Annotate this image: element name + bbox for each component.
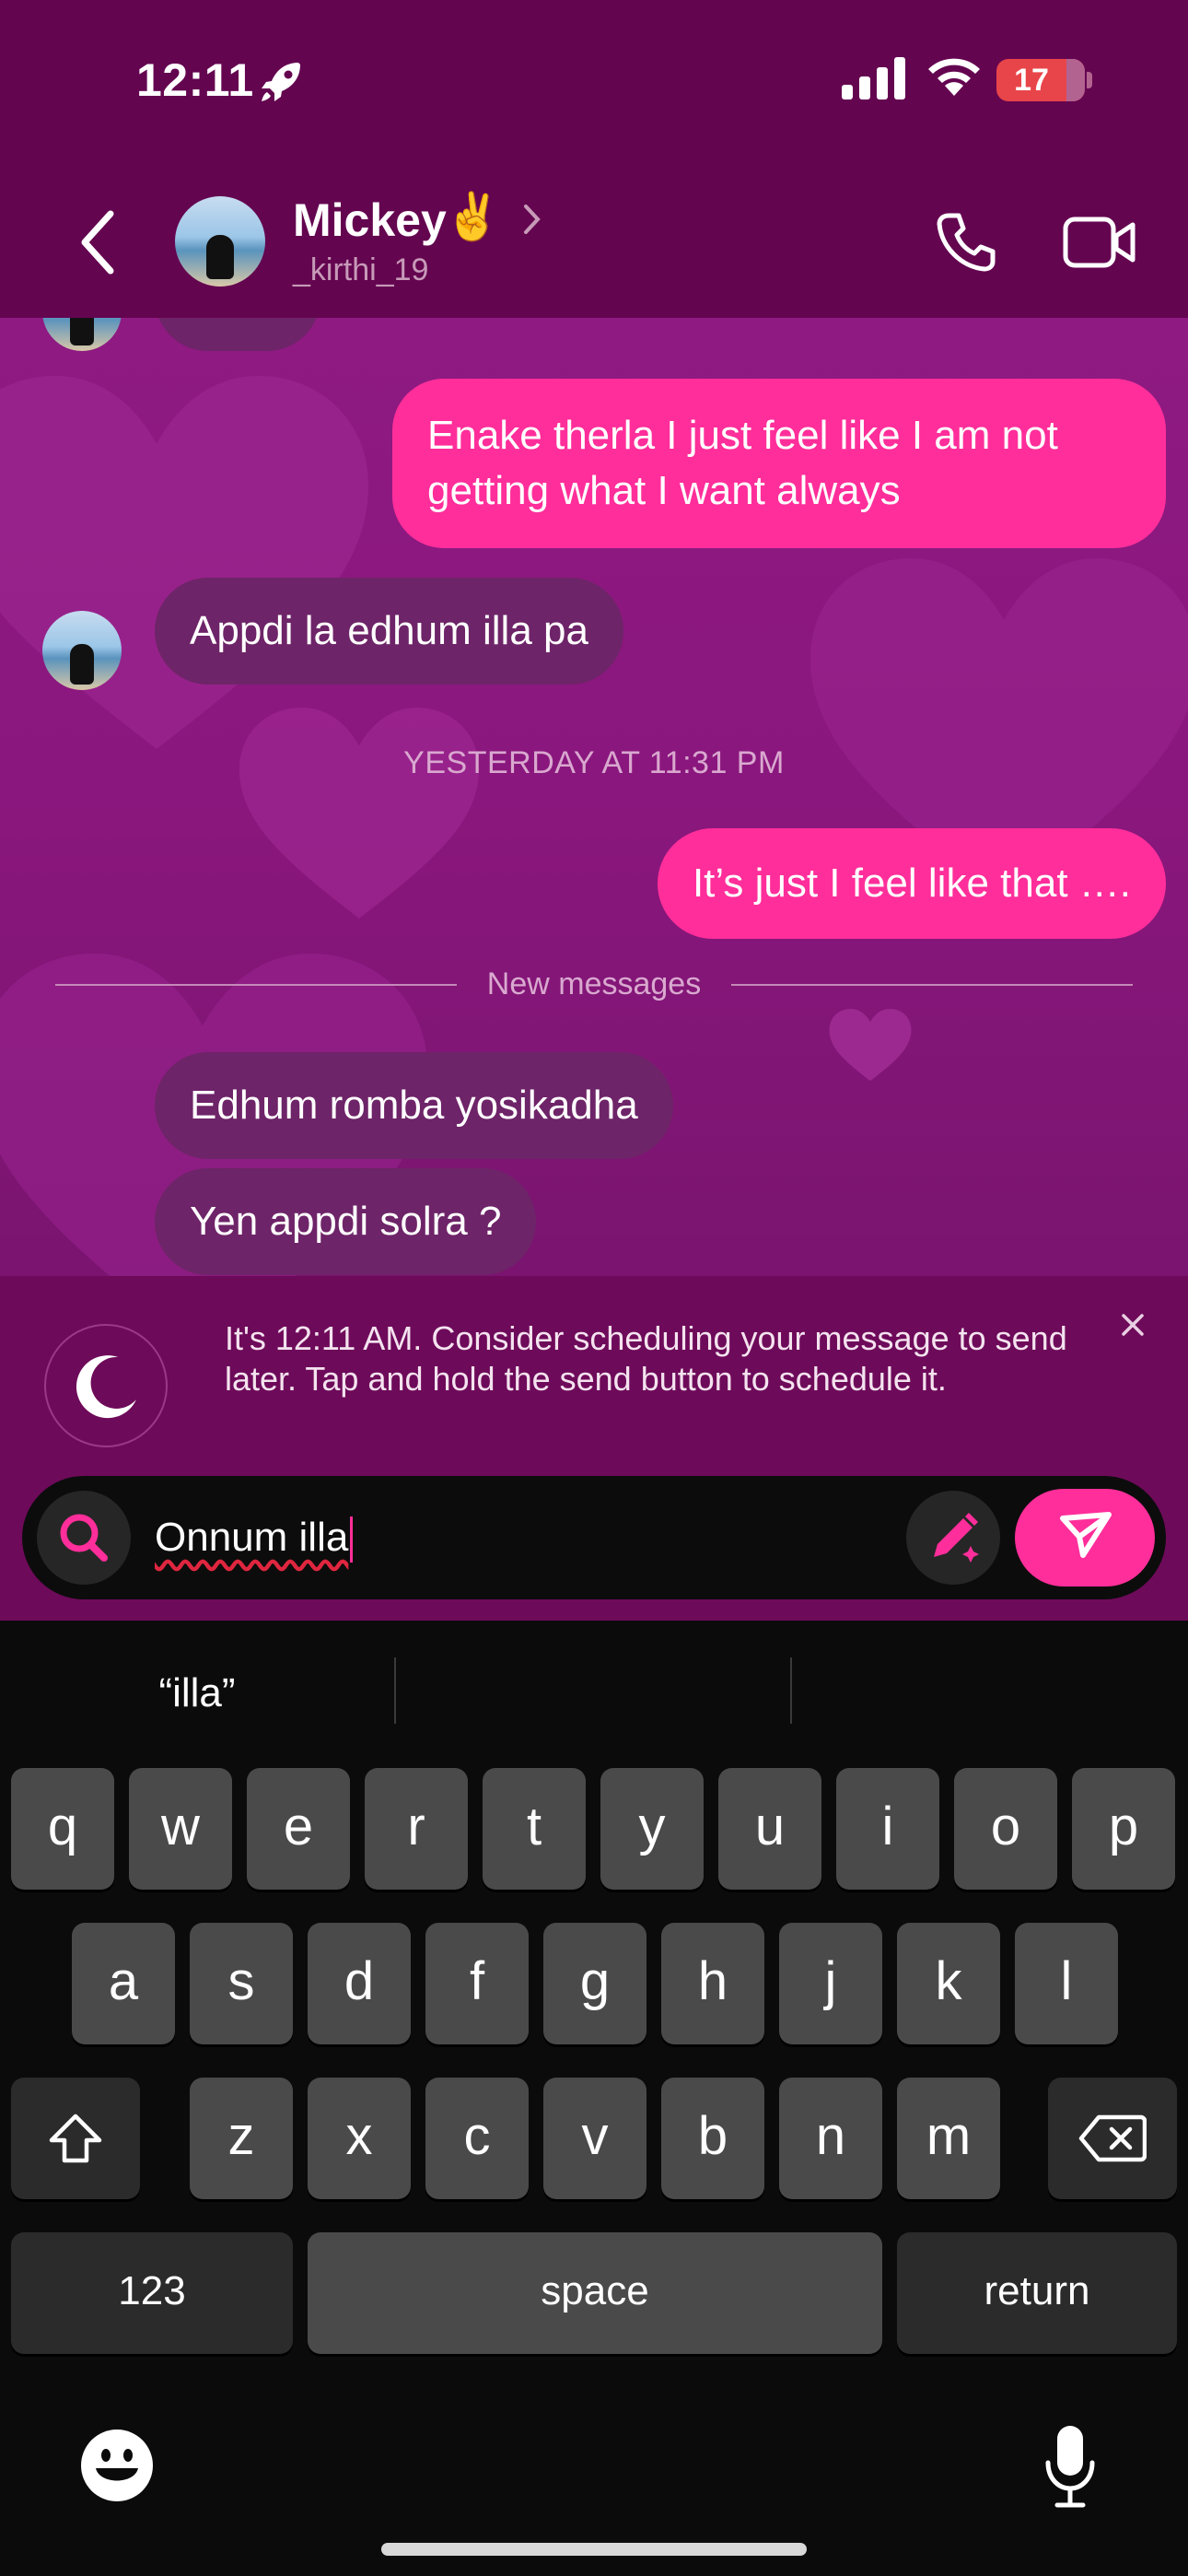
key-c[interactable]: c [425,2078,529,2199]
contact-emoji: ✌️ [444,191,502,242]
heart-decoration-icon [829,1009,912,1082]
key-b[interactable]: b [661,2078,764,2199]
heart-decoration-icon [0,376,368,749]
key-o[interactable]: o [954,1768,1057,1890]
close-icon[interactable] [1116,1308,1149,1341]
key-l[interactable]: l [1015,1923,1118,2044]
message-bubble-incoming[interactable]: Yen appdi solra ? [155,1168,537,1275]
key-j[interactable]: j [779,1923,882,2044]
message-timestamp: YESTERDAY AT 11:31 PM [403,745,785,780]
suggestion-1[interactable]: “illa” [0,1621,394,1766]
keyboard: “illa” q w e r t y u i o p a s d f g h j… [0,1621,1188,2576]
search-icon [60,1514,108,1562]
key-z[interactable]: z [190,2078,293,2199]
moon-icon [76,1355,136,1419]
send-icon [1060,1512,1112,1558]
battery-nub [1087,72,1092,88]
message-input-value: Onnum illa [155,1515,349,1560]
message-composer: Onnum illa [22,1476,1166,1599]
key-s[interactable]: s [190,1923,293,2044]
battery-icon: 17 [996,59,1085,101]
chevron-right-icon[interactable] [521,201,543,238]
key-f[interactable]: f [425,1923,529,2044]
contact-name[interactable]: Mickey [293,193,447,247]
message-bubble-incoming[interactable]: Edhum romba yosikadha [155,1052,673,1159]
back-chevron-icon[interactable] [70,206,125,278]
key-u[interactable]: u [718,1768,821,1890]
key-h[interactable]: h [661,1923,764,2044]
key-k[interactable]: k [897,1923,1000,2044]
message-bubble-outgoing[interactable]: It’s just I feel like that …. [657,828,1166,939]
key-w[interactable]: w [129,1768,232,1890]
key-e[interactable]: e [247,1768,350,1890]
message-bubble-outgoing[interactable]: Enake therla I just feel like I am not g… [392,379,1166,548]
status-time: 12:11 [136,54,254,106]
schedule-tip-banner: It's 12:11 AM. Consider scheduling your … [0,1276,1188,1455]
key-n[interactable]: n [779,2078,882,2199]
moon-badge [44,1324,168,1447]
chat-header: 12:11 17 Mickey ✌️ _kirthi_19 [0,0,1188,318]
message-input[interactable]: Onnum illa [155,1509,354,1566]
message-thread[interactable]: Enake therla I just feel like I am not g… [0,318,1188,1276]
key-a[interactable]: a [72,1923,175,2044]
backspace-icon [1078,2114,1147,2162]
message-bubble-incoming[interactable]: Appdi la edhum illa pa [155,578,623,685]
text-caret [350,1516,354,1563]
return-key[interactable]: return [897,2232,1177,2354]
cellular-signal-icon [842,57,905,100]
backspace-key[interactable] [1048,2078,1177,2199]
rocket-icon [262,63,300,101]
sender-avatar[interactable] [42,318,122,351]
key-y[interactable]: y [600,1768,704,1890]
suggestion-3[interactable] [792,1621,1188,1766]
key-r[interactable]: r [365,1768,468,1890]
battery-level: 17 [1014,63,1049,98]
key-t[interactable]: t [483,1768,586,1890]
numbers-key[interactable]: 123 [11,2232,293,2354]
key-d[interactable]: d [308,1923,411,2044]
wifi-icon [928,58,980,96]
message-bubble-partial[interactable] [155,318,320,351]
video-camera-icon[interactable] [1063,214,1136,271]
key-i[interactable]: i [836,1768,939,1890]
suggestion-2[interactable] [396,1621,790,1766]
key-x[interactable]: x [308,2078,411,2199]
shift-icon [49,2113,102,2163]
emoji-icon[interactable] [79,2428,155,2503]
key-v[interactable]: v [543,2078,646,2199]
phone-icon[interactable] [934,210,998,275]
pencil-sparkle-icon [934,1513,979,1563]
send-button[interactable] [1015,1489,1155,1587]
key-q[interactable]: q [11,1768,114,1890]
schedule-tip-text: It's 12:11 AM. Consider scheduling your … [225,1319,1067,1398]
sender-avatar[interactable] [42,611,122,690]
contact-avatar[interactable] [175,196,265,287]
shift-key[interactable] [11,2078,140,2199]
key-m[interactable]: m [897,2078,1000,2199]
divider-line [731,984,1133,986]
search-button[interactable] [37,1491,131,1585]
heart-decoration-icon [239,708,479,919]
key-g[interactable]: g [543,1923,646,2044]
key-p[interactable]: p [1072,1768,1175,1890]
home-indicator[interactable] [381,2543,807,2556]
space-key[interactable]: space [308,2232,882,2354]
contact-username[interactable]: _kirthi_19 [293,252,428,288]
edit-button[interactable] [906,1491,1000,1585]
microphone-icon[interactable] [1041,2422,1100,2511]
